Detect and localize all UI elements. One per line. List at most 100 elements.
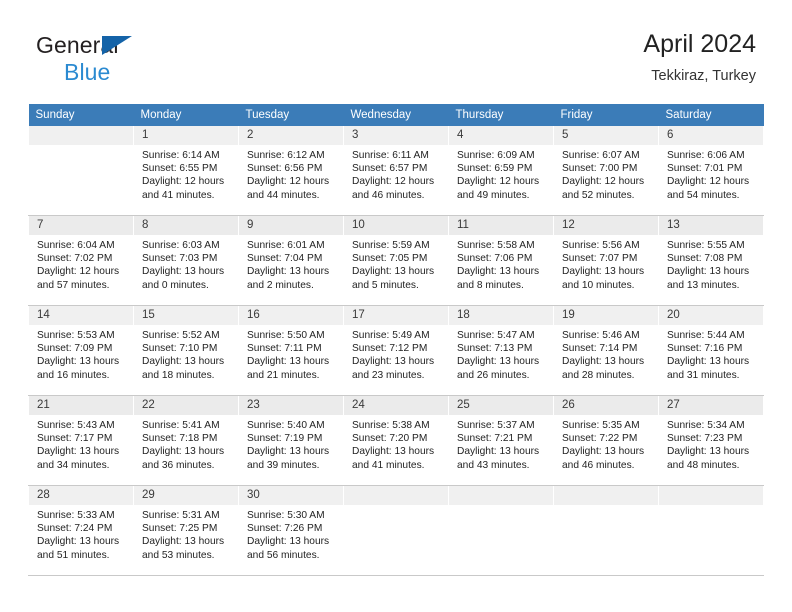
day-number	[659, 486, 763, 505]
day-details	[344, 505, 448, 509]
calendar-day-cell-empty	[343, 485, 449, 576]
daylight-text-line2: and 57 minutes.	[37, 279, 110, 291]
weekday-header-monday: Monday	[133, 104, 239, 126]
sunset-text: Sunset: 7:26 PM	[247, 523, 323, 535]
day-details: Sunrise: 5:38 AM Sunset: 7:20 PM Daylight:…	[344, 415, 448, 472]
sunrise-text: Sunrise: 6:11 AM	[352, 150, 429, 161]
calendar-day-cell[interactable]: 20 Sunrise: 5:44 AM Sunset: 7:16 PM Dayligh…	[658, 305, 764, 396]
calendar-day-cell[interactable]: 14 Sunrise: 5:53 AM Sunset: 7:09 PM Dayligh…	[28, 305, 134, 396]
calendar-day-cell[interactable]: 22 Sunrise: 5:41 AM Sunset: 7:18 PM Dayligh…	[133, 395, 239, 486]
day-number: 28	[29, 486, 133, 505]
sunset-text: Sunset: 7:13 PM	[457, 343, 533, 355]
calendar-day-cell[interactable]: 15 Sunrise: 5:52 AM Sunset: 7:10 PM Dayligh…	[133, 305, 239, 396]
calendar-day-cell[interactable]: 18 Sunrise: 5:47 AM Sunset: 7:13 PM Dayligh…	[448, 305, 554, 396]
calendar-day-cell[interactable]: 9 Sunrise: 6:01 AM Sunset: 7:04 PM Daylight…	[238, 215, 344, 306]
sunset-text: Sunset: 7:24 PM	[37, 523, 113, 535]
calendar-day-cell[interactable]: 29 Sunrise: 5:31 AM Sunset: 7:25 PM Dayligh…	[133, 485, 239, 576]
day-details: Sunrise: 5:33 AM Sunset: 7:24 PM Daylight:…	[29, 505, 133, 562]
calendar-day-cell[interactable]: 12 Sunrise: 5:56 AM Sunset: 7:07 PM Dayligh…	[553, 215, 659, 306]
sunset-text: Sunset: 7:16 PM	[667, 343, 743, 355]
sunrise-text: Sunrise: 5:49 AM	[352, 330, 430, 341]
calendar-day-cell-empty	[553, 485, 659, 576]
calendar-day-cell[interactable]: 24 Sunrise: 5:38 AM Sunset: 7:20 PM Dayligh…	[343, 395, 449, 486]
calendar-day-cell[interactable]: 16 Sunrise: 5:50 AM Sunset: 7:11 PM Dayligh…	[238, 305, 344, 396]
day-number: 27	[659, 396, 763, 415]
sunset-text: Sunset: 7:23 PM	[667, 433, 743, 445]
weekday-header-friday: Friday	[553, 104, 659, 126]
daylight-text-line1: Daylight: 13 hours	[247, 536, 330, 548]
day-number: 23	[239, 396, 343, 415]
calendar-day-cell[interactable]: 19 Sunrise: 5:46 AM Sunset: 7:14 PM Dayligh…	[553, 305, 659, 396]
daylight-text-line1: Daylight: 13 hours	[37, 356, 120, 368]
day-details: Sunrise: 6:14 AM Sunset: 6:55 PM Daylight:…	[134, 145, 238, 202]
page-header: General Blue April 2024 Tekkiraz, Turkey	[0, 0, 792, 104]
day-number: 14	[29, 306, 133, 325]
day-details: Sunrise: 5:30 AM Sunset: 7:26 PM Daylight:…	[239, 505, 343, 562]
daylight-text-line1: Daylight: 13 hours	[562, 356, 645, 368]
day-number: 8	[134, 216, 238, 235]
sunrise-text: Sunrise: 5:43 AM	[37, 420, 115, 431]
sunset-text: Sunset: 7:00 PM	[562, 163, 638, 175]
day-number	[449, 486, 553, 505]
day-details: Sunrise: 6:01 AM Sunset: 7:04 PM Daylight:…	[239, 235, 343, 292]
day-number: 20	[659, 306, 763, 325]
calendar-day-cell[interactable]: 28 Sunrise: 5:33 AM Sunset: 7:24 PM Dayligh…	[28, 485, 134, 576]
daylight-text-line1: Daylight: 13 hours	[562, 266, 645, 278]
daylight-text-line2: and 44 minutes.	[247, 189, 320, 201]
sunset-text: Sunset: 7:12 PM	[352, 343, 428, 355]
daylight-text-line2: and 34 minutes.	[37, 459, 110, 471]
day-number: 19	[554, 306, 658, 325]
daylight-text-line1: Daylight: 13 hours	[352, 356, 435, 368]
sunrise-text: Sunrise: 5:58 AM	[457, 240, 535, 251]
daylight-text-line1: Daylight: 13 hours	[142, 536, 225, 548]
calendar-day-cell[interactable]: 10 Sunrise: 5:59 AM Sunset: 7:05 PM Dayligh…	[343, 215, 449, 306]
daylight-text-line2: and 26 minutes.	[457, 369, 530, 381]
sunrise-text: Sunrise: 5:47 AM	[457, 330, 535, 341]
day-details: Sunrise: 6:03 AM Sunset: 7:03 PM Daylight:…	[134, 235, 238, 292]
daylight-text-line2: and 31 minutes.	[667, 369, 740, 381]
day-details: Sunrise: 5:46 AM Sunset: 7:14 PM Daylight:…	[554, 325, 658, 382]
day-details: Sunrise: 5:55 AM Sunset: 7:08 PM Daylight:…	[659, 235, 763, 292]
calendar-day-cell[interactable]: 1 Sunrise: 6:14 AM Sunset: 6:55 PM Daylight…	[133, 126, 239, 216]
day-details: Sunrise: 5:50 AM Sunset: 7:11 PM Daylight:…	[239, 325, 343, 382]
daylight-text-line1: Daylight: 13 hours	[37, 446, 120, 458]
calendar-day-cell[interactable]: 11 Sunrise: 5:58 AM Sunset: 7:06 PM Dayligh…	[448, 215, 554, 306]
calendar-day-cell[interactable]: 6 Sunrise: 6:06 AM Sunset: 7:01 PM Daylight…	[658, 126, 764, 216]
calendar-day-cell[interactable]: 8 Sunrise: 6:03 AM Sunset: 7:03 PM Daylight…	[133, 215, 239, 306]
calendar-day-cell[interactable]: 21 Sunrise: 5:43 AM Sunset: 7:17 PM Dayligh…	[28, 395, 134, 486]
calendar-day-cell[interactable]: 17 Sunrise: 5:49 AM Sunset: 7:12 PM Dayligh…	[343, 305, 449, 396]
day-details	[659, 505, 763, 509]
daylight-text-line1: Daylight: 13 hours	[562, 446, 645, 458]
day-details: Sunrise: 6:07 AM Sunset: 7:00 PM Daylight:…	[554, 145, 658, 202]
daylight-text-line1: Daylight: 13 hours	[667, 356, 750, 368]
calendar-day-cell[interactable]: 7 Sunrise: 6:04 AM Sunset: 7:02 PM Daylight…	[28, 215, 134, 306]
calendar-day-cell[interactable]: 5 Sunrise: 6:07 AM Sunset: 7:00 PM Daylight…	[553, 126, 659, 216]
calendar-day-cell[interactable]: 25 Sunrise: 5:37 AM Sunset: 7:21 PM Dayligh…	[448, 395, 554, 486]
calendar-day-cell[interactable]: 30 Sunrise: 5:30 AM Sunset: 7:26 PM Dayligh…	[238, 485, 344, 576]
day-details: Sunrise: 6:06 AM Sunset: 7:01 PM Daylight:…	[659, 145, 763, 202]
calendar-day-cell[interactable]: 27 Sunrise: 5:34 AM Sunset: 7:23 PM Dayligh…	[658, 395, 764, 486]
calendar-day-cell[interactable]: 26 Sunrise: 5:35 AM Sunset: 7:22 PM Dayligh…	[553, 395, 659, 486]
sunrise-text: Sunrise: 6:01 AM	[247, 240, 325, 251]
day-details: Sunrise: 5:53 AM Sunset: 7:09 PM Daylight:…	[29, 325, 133, 382]
day-details: Sunrise: 5:49 AM Sunset: 7:12 PM Daylight:…	[344, 325, 448, 382]
sunrise-text: Sunrise: 6:07 AM	[562, 150, 640, 161]
daylight-text-line1: Daylight: 13 hours	[247, 356, 330, 368]
sunrise-text: Sunrise: 5:53 AM	[37, 330, 115, 341]
sunrise-text: Sunrise: 5:55 AM	[667, 240, 745, 251]
sunrise-text: Sunrise: 5:37 AM	[457, 420, 535, 431]
calendar-day-cell[interactable]: 4 Sunrise: 6:09 AM Sunset: 6:59 PM Daylight…	[448, 126, 554, 216]
day-number: 6	[659, 126, 763, 145]
brand-logo[interactable]: General Blue	[36, 34, 132, 84]
daylight-text-line1: Daylight: 13 hours	[352, 446, 435, 458]
weekday-header-thursday: Thursday	[448, 104, 554, 126]
daylight-text-line1: Daylight: 13 hours	[142, 446, 225, 458]
calendar-day-cell[interactable]: 3 Sunrise: 6:11 AM Sunset: 6:57 PM Daylight…	[343, 126, 449, 216]
sunset-text: Sunset: 7:19 PM	[247, 433, 323, 445]
daylight-text-line1: Daylight: 12 hours	[142, 176, 225, 188]
calendar-day-cell[interactable]: 2 Sunrise: 6:12 AM Sunset: 6:56 PM Daylight…	[238, 126, 344, 216]
calendar-day-cell[interactable]: 23 Sunrise: 5:40 AM Sunset: 7:19 PM Dayligh…	[238, 395, 344, 486]
day-number: 7	[29, 216, 133, 235]
calendar-day-cell[interactable]: 13 Sunrise: 5:55 AM Sunset: 7:08 PM Dayligh…	[658, 215, 764, 306]
daylight-text-line2: and 28 minutes.	[562, 369, 635, 381]
